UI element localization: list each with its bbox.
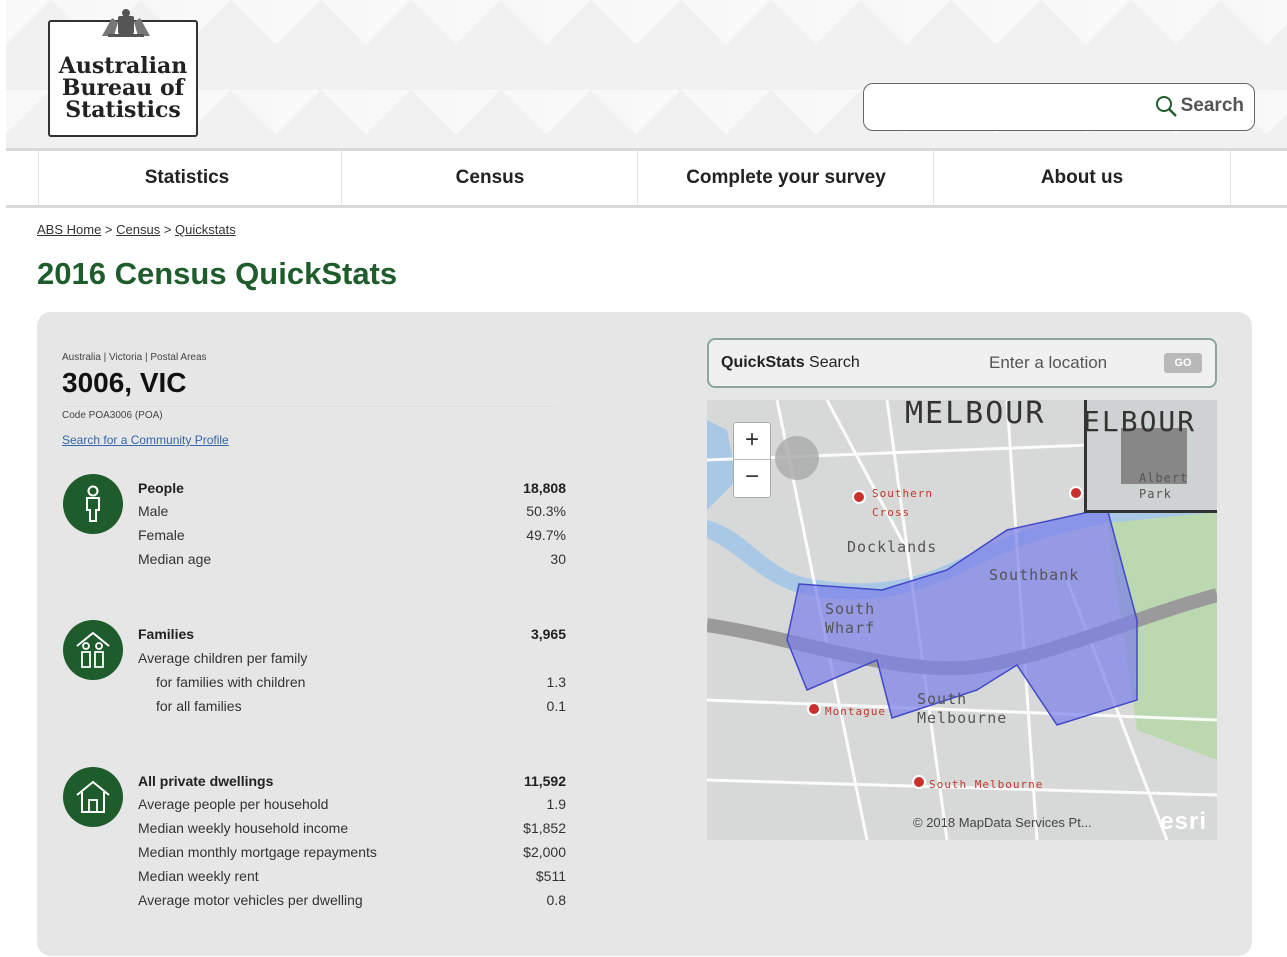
stat-label: People [138,480,184,496]
stat-row-families-with-children: for families with children 1.3 [138,674,566,698]
zoom-in-button[interactable]: + [734,423,770,459]
stat-row-people-per-household: Average people per household 1.9 [138,796,566,820]
abs-logo[interactable]: Australian Bureau of Statistics [48,9,198,137]
area-code: Code POA3006 (POA) [62,410,163,421]
map-label-south-wharf: South Wharf [825,600,876,637]
map-label-south-melbourne-station: South Melbourne [929,778,1044,791]
stat-label: Median weekly household income [138,820,349,836]
stat-value: 1.9 [546,796,566,812]
station-pin-icon[interactable] [807,702,821,716]
breadcrumb-home-link[interactable]: ABS Home [37,222,101,237]
search-button[interactable]: Search [1154,94,1244,118]
stat-value: 18,808 [523,480,566,496]
stat-value: 0.8 [546,892,566,908]
stat-label: Average motor vehicles per dwelling [138,892,363,908]
site-header: Australian Bureau of Statistics Search [6,0,1287,148]
stat-label: Median weekly rent [138,868,259,884]
stat-label: Average children per family [138,650,308,666]
person-icon [63,474,123,534]
stat-value: $2,000 [523,844,566,860]
stat-label: All private dwellings [138,773,274,789]
house-icon [63,767,123,827]
stat-row-household-income: Median weekly household income $1,852 [138,820,566,844]
logo-wordmark: Australian Bureau of Statistics [58,53,188,123]
overview-map[interactable]: ELBOUR Albert Park [1084,400,1217,513]
stat-value: 0.1 [546,698,566,714]
stat-row-median-age: Median age 30 [138,551,566,575]
stat-label: Male [138,503,169,519]
site-search-field[interactable]: Search [863,83,1255,131]
location-input[interactable] [983,350,1163,376]
stat-label: Families [138,626,195,642]
stat-value: 3,965 [530,626,566,642]
nav-item-about-us[interactable]: About us [933,151,1231,205]
quickstats-search-label: QuickStats Search [721,354,860,372]
stat-value: $1,852 [523,820,566,836]
breadcrumb-quickstats-link[interactable]: Quickstats [175,222,236,237]
nav-item-statistics[interactable]: Statistics [38,151,335,205]
map-label-docklands: Docklands [847,538,938,556]
stat-label: Female [138,527,185,543]
stat-row-all-families: for all families 0.1 [138,698,566,722]
overview-label-melbourne: ELBOUR [1084,405,1197,438]
breadcrumb-separator: > [101,222,117,237]
stat-value: 11,592 [523,773,566,789]
stat-row-mortgage-repayments: Median monthly mortgage repayments $2,00… [138,844,566,868]
stat-value: $511 [535,868,566,884]
map-label-melbourne: MELBOUR [905,400,1046,431]
stat-label: Median age [138,551,212,567]
stat-row-weekly-rent: Median weekly rent $511 [138,868,566,892]
map-attribution: © 2018 MapData Services Pt... [913,815,1092,830]
map-label-southbank: Southbank [989,566,1080,584]
stat-value: 49.7% [526,527,566,543]
go-button[interactable]: GO [1164,353,1202,373]
divider [62,406,557,407]
search-button-label: Search [1180,95,1244,116]
map-label-montague: Montague [825,705,886,718]
breadcrumb-census-link[interactable]: Census [116,222,160,237]
stat-value: 50.3% [526,503,566,519]
overview-label-albert-park: Albert Park [1139,471,1189,501]
stat-value: 1.3 [546,674,566,690]
quickstats-label-rest: Search [804,354,860,371]
main-navigation: Statistics Census Complete your survey A… [6,148,1287,208]
esri-logo: esri [1160,808,1207,835]
stat-row-families: Families 3,965 [138,626,566,650]
map-label-south-melbourne: South Melbourne [917,690,1008,727]
stat-row-average-children: Average children per family [138,650,566,674]
quickstats-search-bar: QuickStats Search GO [707,338,1217,388]
nav-item-complete-your-survey[interactable]: Complete your survey [637,151,934,205]
station-pin-icon[interactable] [852,490,866,504]
area-hierarchy: Australia | Victoria | Postal Areas [62,352,207,363]
stat-label: for families with children [156,674,306,690]
map-label-southern-cross: Southern Cross [872,487,933,519]
zoom-control: + − [733,422,771,498]
family-icon [63,620,123,680]
stat-row-male: Male 50.3% [138,503,566,527]
map-view[interactable]: + − MELBOUR Docklands Southbank South Wh… [707,400,1217,840]
quickstats-panel: Australia | Victoria | Postal Areas 3006… [37,312,1252,956]
stat-label: Median monthly mortgage repayments [138,844,377,860]
breadcrumb-separator: > [160,222,176,237]
nav-item-census[interactable]: Census [341,151,638,205]
stat-value: 30 [550,551,566,567]
zoom-out-button[interactable]: − [734,459,770,496]
stat-label: Average people per household [138,796,329,812]
stat-row-motor-vehicles: Average motor vehicles per dwelling 0.8 [138,892,566,916]
stat-label: for all families [156,698,242,714]
page-title: 2016 Census QuickStats [37,256,398,291]
search-icon [1155,96,1177,117]
breadcrumb: ABS Home > Census > Quickstats [37,222,236,237]
station-pin-icon[interactable] [912,775,926,789]
quickstats-label-bold: QuickStats [721,354,805,371]
area-name: 3006, VIC [62,367,187,398]
station-pin-icon[interactable] [1069,486,1083,500]
stat-row-private-dwellings: All private dwellings 11,592 [138,773,566,797]
coat-of-arms-icon [102,9,150,37]
stat-row-people: People 18,808 [138,480,566,504]
stat-row-female: Female 49.7% [138,527,566,551]
community-profile-link[interactable]: Search for a Community Profile [62,433,229,447]
